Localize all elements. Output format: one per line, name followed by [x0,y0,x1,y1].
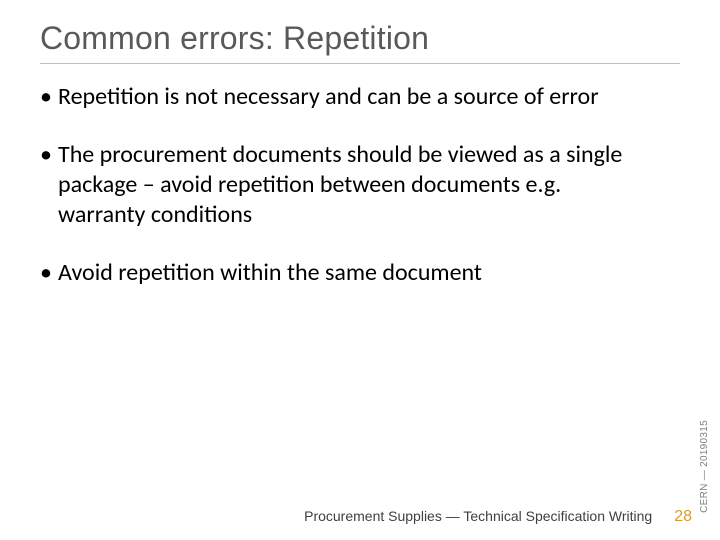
bullet-text: Avoid repetition within the same documen… [58,258,650,288]
bullet-item: • Avoid repetition within the same docum… [40,258,650,288]
bullet-dot: • [40,258,58,288]
content-area: • Repetition is not necessary and can be… [40,82,680,288]
bullet-text: Repetition is not necessary and can be a… [58,82,650,112]
footer: Procurement Supplies — Technical Specifi… [0,508,720,526]
page-number: 28 [674,508,692,526]
side-label: CERN — 20190315 [699,420,710,513]
bullet-item: • The procurement documents should be vi… [40,140,650,230]
footer-text: Procurement Supplies — Technical Specifi… [304,508,652,524]
slide-title: Common errors: Repetition [40,20,680,57]
title-rule [40,63,680,64]
slide: Common errors: Repetition • Repetition i… [0,0,720,540]
bullet-dot: • [40,140,58,230]
bullet-item: • Repetition is not necessary and can be… [40,82,650,112]
bullet-text: The procurement documents should be view… [58,140,650,230]
bullet-dot: • [40,82,58,112]
